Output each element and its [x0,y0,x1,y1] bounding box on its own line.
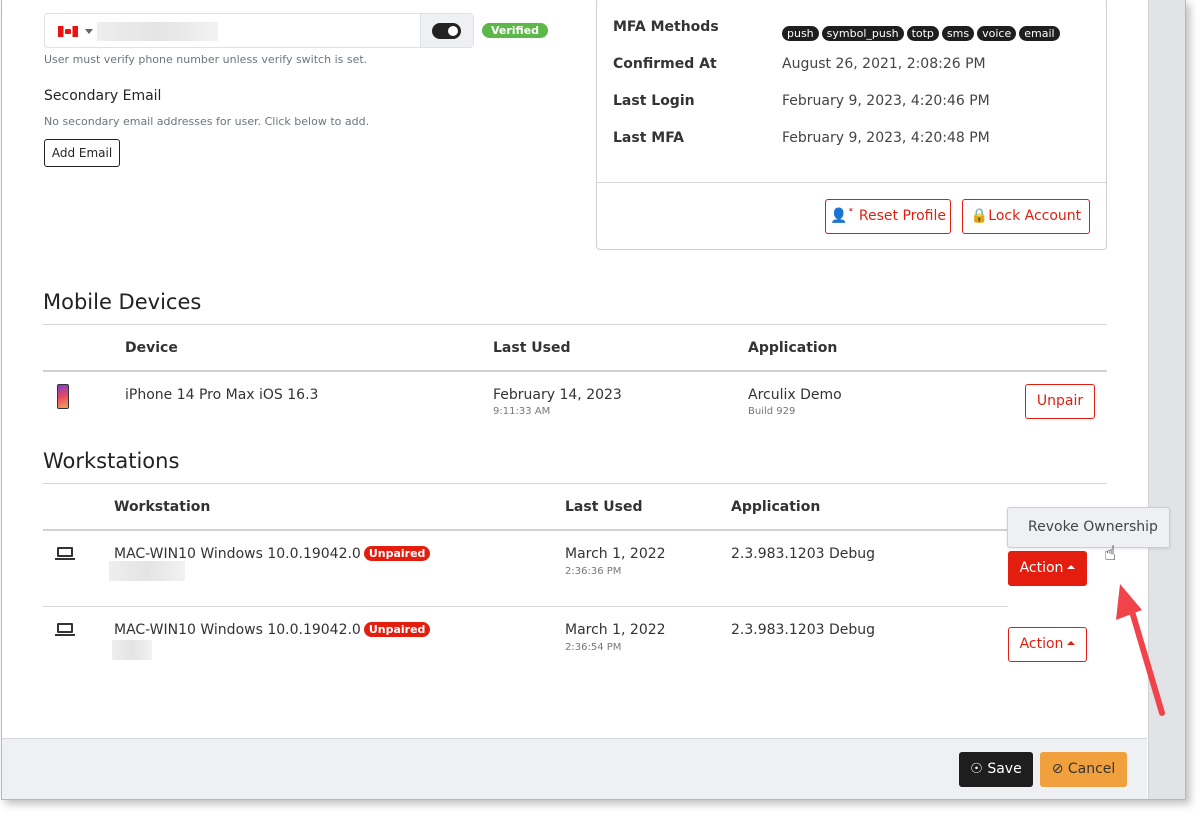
workstation-app: 2.3.983.1203 Debug [731,546,876,562]
divider [43,370,1107,372]
window: Verified User must verify phone number u… [1,0,1186,800]
workstation-date: March 1, 2022 [565,546,666,562]
divider [597,182,1106,183]
canada-flag-icon[interactable] [58,26,78,37]
device-last-used-date: February 14, 2023 [493,387,622,403]
footer-bar: ☉ Save ⊘ Cancel [2,738,1147,799]
workstation-name: MAC-WIN10 Windows 10.0.19042.0 Unpaired [114,622,431,638]
workstation-time: 2:36:36 PM [565,566,622,577]
col-application: Application [748,340,838,356]
mfa-pill: sms [941,26,975,41]
secondary-email-title: Secondary Email [44,88,162,104]
mfa-pill: email [1019,26,1060,41]
device-build: Build 929 [748,406,796,417]
secondary-email-empty: No secondary email addresses for user. C… [44,115,370,128]
action-label: Action [1019,560,1064,576]
laptop-icon [55,623,75,636]
divider [43,324,1107,325]
phone-input[interactable] [44,13,474,48]
workstation-name-text: MAC-WIN10 Windows 10.0.19042.0 [114,622,361,638]
divider [43,529,1107,531]
device-last-used-time: 9:11:33 AM [493,406,551,417]
last-login-value: February 9, 2023, 4:20:46 PM [782,93,990,109]
user-x-icon: 👤˟ [830,208,855,224]
unpaired-badge: Unpaired [363,546,431,561]
save-label: Save [987,761,1022,777]
col-application: Application [731,499,821,515]
workstation-date: March 1, 2022 [565,622,666,638]
laptop-icon [55,547,75,560]
hand-cursor-icon: ☝ [1104,541,1116,565]
reset-profile-button[interactable]: 👤˟ Reset Profile [825,199,951,234]
mfa-pill: totp [906,26,939,41]
last-mfa-value: February 9, 2023, 4:20:48 PM [782,130,990,146]
workstation-app: 2.3.983.1203 Debug [731,622,876,638]
col-last-used: Last Used [565,499,643,515]
cancel-button[interactable]: ⊘ Cancel [1040,752,1127,787]
mfa-pill: push [782,26,819,41]
last-mfa-label: Last MFA [613,130,684,146]
lock-account-button[interactable]: 🔒Lock Account [962,199,1090,234]
iphone-icon [57,384,69,409]
mfa-pill: voice [977,26,1017,41]
verify-switch-container [420,14,473,47]
save-icon: ☉ [970,761,983,777]
mobile-devices-title: Mobile Devices [43,290,202,314]
action-dropdown-button[interactable]: Action [1008,551,1087,586]
add-email-button[interactable]: Add Email [44,139,120,167]
last-login-label: Last Login [613,93,695,109]
mfa-pill: symbol_push [821,26,904,41]
device-name: iPhone 14 Pro Max iOS 16.3 [125,387,319,403]
redacted-text [112,640,152,660]
divider [43,483,1107,484]
reset-profile-label: Reset Profile [858,208,946,224]
workstations-title: Workstations [43,449,180,473]
lock-account-label: Lock Account [988,208,1082,224]
col-last-used: Last Used [493,340,571,356]
account-details-card: MFA Methods push symbol_push totp sms voice e… [596,0,1107,250]
unpair-button[interactable]: Unpair [1025,384,1095,419]
confirmed-at-label: Confirmed At [613,56,717,72]
confirmed-at-value: August 26, 2021, 2:08:26 PM [782,56,986,72]
annotation-arrow-icon: ☝ [1104,541,1165,716]
unpaired-badge: Unpaired [363,622,431,637]
caret-up-icon [1067,641,1076,645]
save-button[interactable]: ☉ Save [959,752,1033,787]
cancel-icon: ⊘ [1051,761,1064,777]
device-app: Arculix Demo [748,387,842,403]
workstation-name: MAC-WIN10 Windows 10.0.19042.0 Unpaired [114,546,431,562]
lock-icon: 🔒 [970,208,989,224]
workstation-time: 2:36:54 PM [565,642,622,653]
col-device: Device [125,340,178,356]
chevron-down-icon[interactable] [85,29,93,34]
cancel-label: Cancel [1067,761,1116,777]
verify-switch[interactable] [432,23,461,39]
workstation-name-text: MAC-WIN10 Windows 10.0.19042.0 [114,546,361,562]
redacted-text [109,561,185,581]
action-dropdown-button[interactable]: Action [1008,627,1087,662]
caret-up-icon [1067,565,1076,569]
phone-hint: User must verify phone number unless ver… [44,53,368,66]
verified-badge: Verified [482,23,548,38]
action-label: Action [1019,636,1064,652]
phone-number-redacted [97,22,218,41]
mfa-methods-list: push symbol_push totp sms voice email [782,22,1063,41]
mfa-methods-label: MFA Methods [613,19,719,35]
divider [43,606,1008,607]
col-workstation: Workstation [114,499,211,515]
